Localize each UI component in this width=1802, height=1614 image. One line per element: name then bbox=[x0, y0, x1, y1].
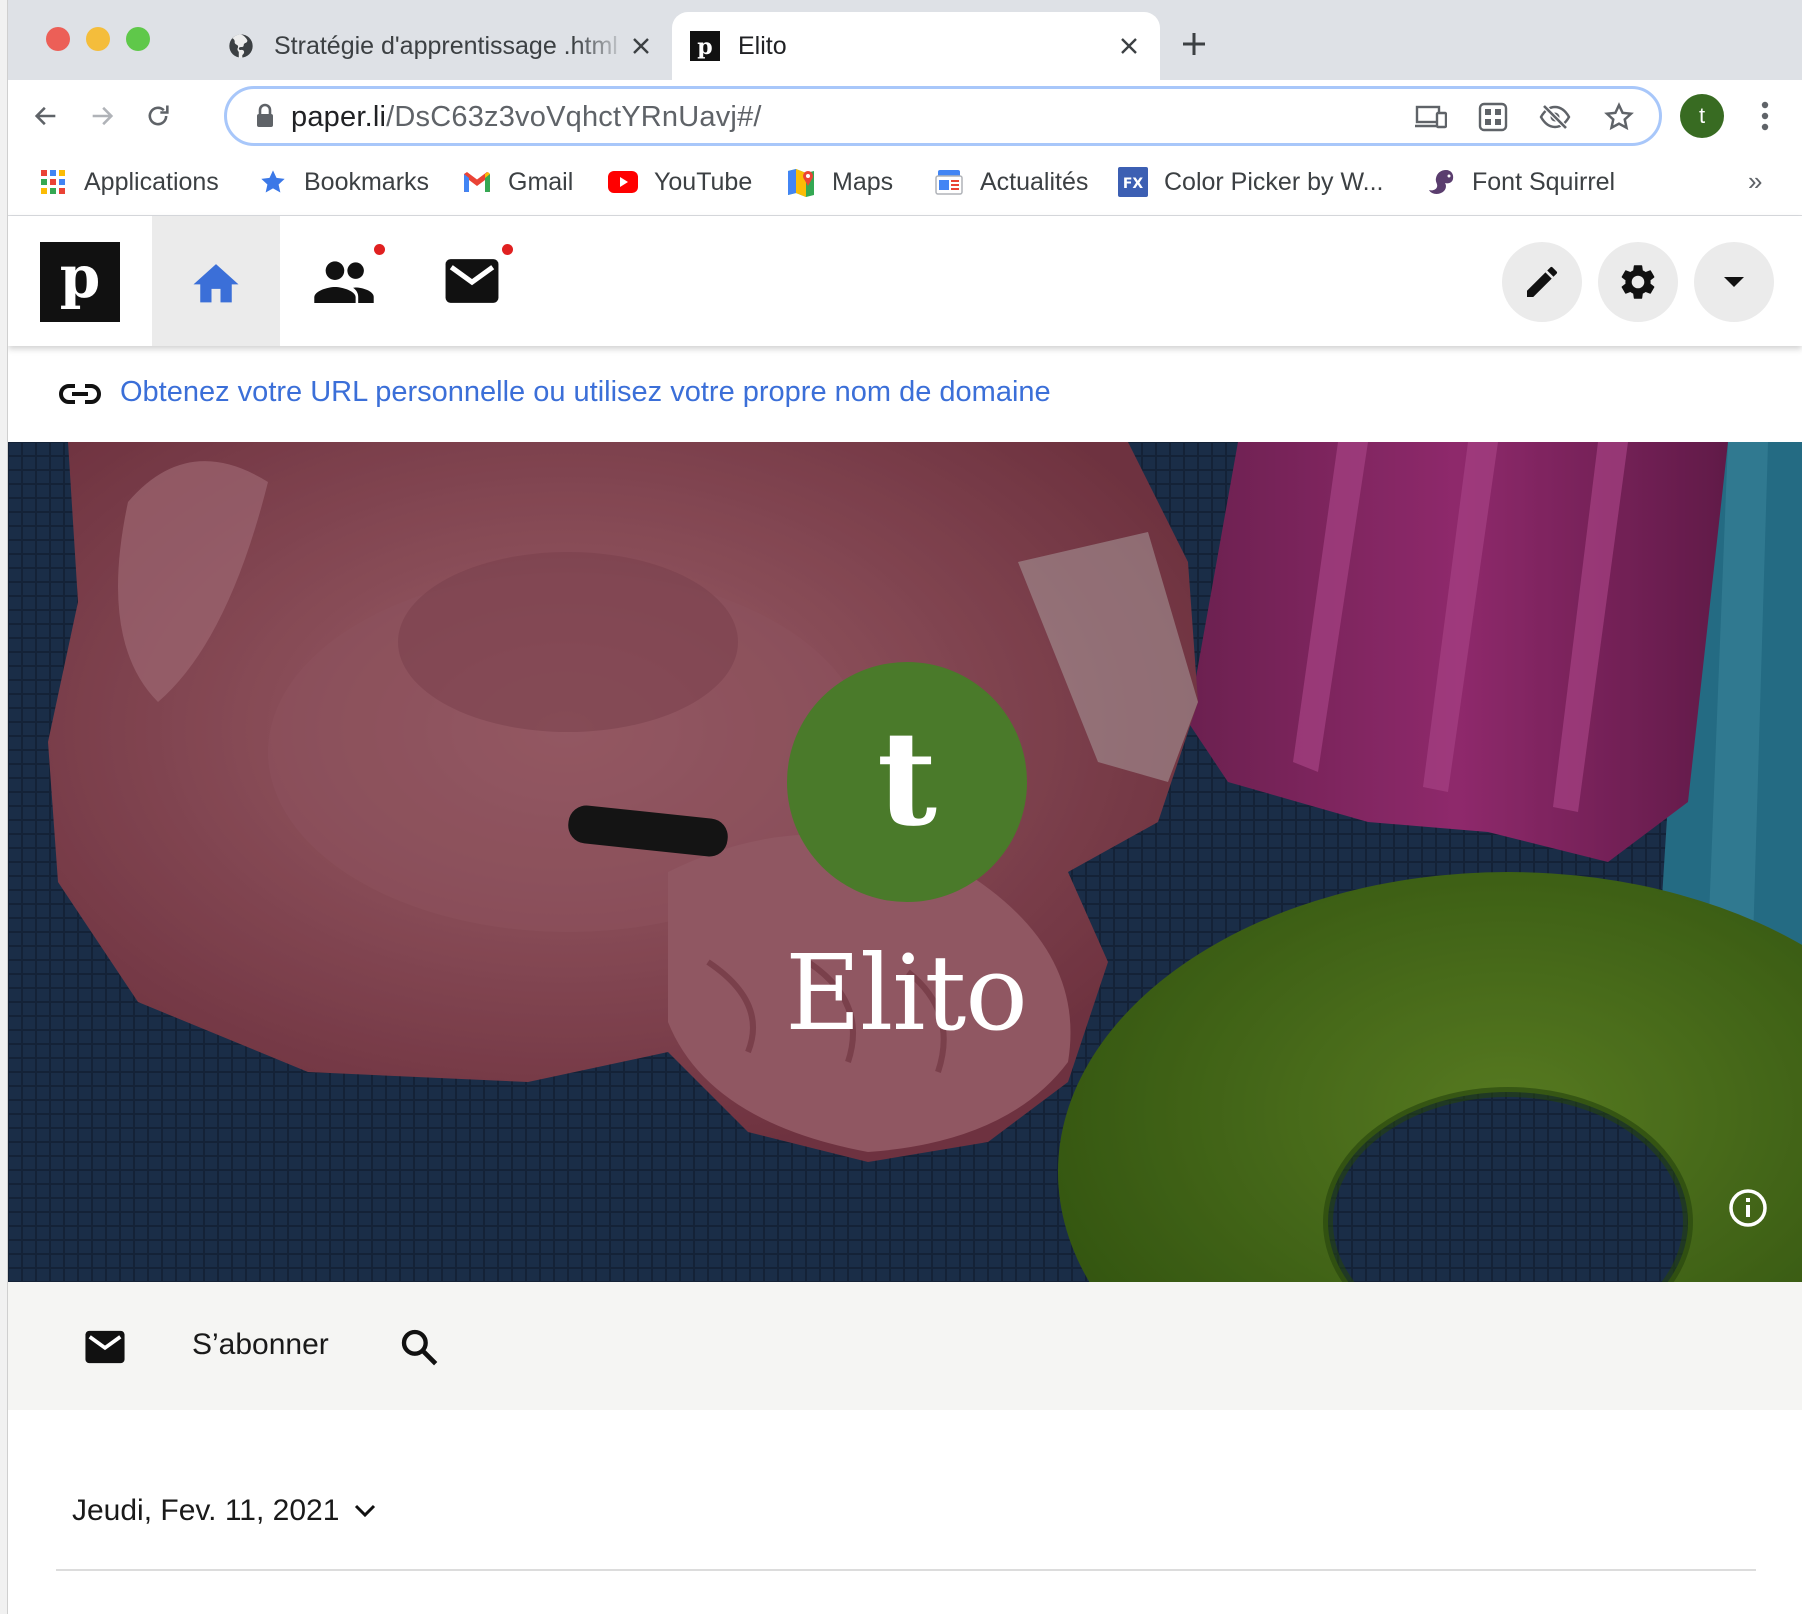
gear-icon bbox=[1621, 265, 1655, 299]
globe-icon bbox=[226, 31, 256, 61]
bookmark-bookmarks[interactable]: Bookmarks bbox=[258, 164, 429, 200]
nav-home[interactable] bbox=[152, 216, 280, 346]
tab-title: Elito bbox=[738, 31, 787, 60]
back-button[interactable] bbox=[24, 94, 68, 138]
browser-menu-button[interactable] bbox=[1750, 94, 1780, 138]
notification-dot bbox=[374, 244, 385, 255]
tab-title: Stratégie d'apprentissage .html bbox=[274, 31, 618, 60]
info-icon[interactable] bbox=[1726, 1186, 1770, 1230]
notification-dot bbox=[502, 244, 513, 255]
subscribe-mail-icon[interactable] bbox=[82, 1324, 128, 1370]
edition-date: Jeudi, Fev. 11, 2021 bbox=[72, 1494, 340, 1527]
arrow-right-icon bbox=[92, 106, 114, 126]
search-icon[interactable] bbox=[396, 1324, 442, 1370]
plus-icon bbox=[1183, 33, 1205, 55]
arrow-left-icon bbox=[34, 106, 56, 126]
address-bar[interactable]: paper.li/DsC63z3voVqhctYRnUavj#/ bbox=[224, 86, 1662, 146]
bookmark-star-icon[interactable] bbox=[1603, 101, 1635, 133]
bookmark-maps[interactable]: Maps bbox=[786, 164, 893, 200]
apps-grid-icon bbox=[38, 167, 68, 197]
extension-qr-icon[interactable] bbox=[1477, 101, 1509, 133]
edition-date-selector[interactable]: Jeudi, Fev. 11, 2021 bbox=[72, 1494, 379, 1528]
close-tab-icon[interactable] bbox=[1116, 33, 1142, 59]
bookmark-font-squirrel[interactable]: Font Squirrel bbox=[1426, 164, 1615, 200]
settings-button[interactable] bbox=[1598, 242, 1678, 322]
link-icon bbox=[58, 376, 102, 412]
reload-button[interactable] bbox=[136, 94, 180, 138]
minimize-window-button[interactable] bbox=[86, 27, 110, 51]
more-vert-icon bbox=[1761, 101, 1769, 131]
bookmark-label: Font Squirrel bbox=[1472, 167, 1616, 196]
hero-banner: t Elito bbox=[8, 442, 1802, 1282]
bookmark-label: Gmail bbox=[508, 167, 574, 196]
url-text[interactable]: paper.li/DsC63z3voVqhctYRnUavj#/ bbox=[291, 101, 762, 134]
close-window-button[interactable] bbox=[46, 27, 70, 51]
squirrel-icon bbox=[1426, 167, 1456, 197]
colorpicker-icon: FX bbox=[1118, 167, 1148, 197]
bookmark-label: Bookmarks bbox=[304, 167, 430, 196]
svg-text:FX: FX bbox=[1123, 176, 1144, 192]
close-tab-icon[interactable] bbox=[628, 33, 654, 59]
star-icon bbox=[258, 167, 288, 197]
cast-devices-icon[interactable] bbox=[1415, 101, 1447, 133]
forward-button[interactable] bbox=[80, 94, 124, 138]
home-icon bbox=[193, 264, 239, 303]
bookmark-label: YouTube bbox=[654, 167, 753, 196]
bookmark-color-picker[interactable]: FX Color Picker by W... bbox=[1118, 164, 1384, 200]
url-host: paper.li bbox=[291, 101, 387, 133]
people-icon bbox=[314, 261, 374, 303]
news-icon bbox=[934, 167, 964, 197]
background-window-edge bbox=[0, 0, 8, 1614]
lock-icon[interactable] bbox=[255, 103, 275, 134]
nav-messages[interactable] bbox=[408, 216, 536, 346]
tab-elito[interactable]: p Elito bbox=[672, 12, 1160, 80]
browser-toolbar: paper.li/DsC63z3voVqhctYRnUavj#/ t bbox=[8, 80, 1802, 152]
url-path: /DsC63z3voVqhctYRnUavj#/ bbox=[386, 101, 762, 133]
bookmark-label: Actualités bbox=[980, 167, 1089, 196]
bookmarks-bar: Applications Bookmarks Gmail YouTube Map… bbox=[8, 152, 1802, 216]
reload-icon bbox=[148, 105, 169, 126]
maps-icon bbox=[786, 167, 816, 197]
gmail-icon bbox=[462, 167, 492, 197]
bookmark-applications[interactable]: Applications bbox=[38, 164, 219, 200]
youtube-icon bbox=[608, 167, 638, 197]
browser-window: Stratégie d'apprentissage .html p Elito bbox=[8, 0, 1802, 1614]
zoom-window-button[interactable] bbox=[126, 27, 150, 51]
eye-off-icon[interactable] bbox=[1539, 101, 1571, 133]
bookmarks-overflow-button[interactable]: » bbox=[1748, 166, 1762, 197]
subscribe-bar: S’abonner bbox=[8, 1282, 1802, 1410]
custom-domain-banner[interactable]: Obtenez votre URL personnelle ou utilise… bbox=[8, 346, 1802, 442]
edit-button[interactable] bbox=[1502, 242, 1582, 322]
bookmark-label: Applications bbox=[84, 167, 219, 196]
bookmark-label: Maps bbox=[832, 167, 894, 196]
profile-avatar[interactable]: t bbox=[1680, 94, 1724, 138]
nav-community[interactable] bbox=[280, 216, 408, 346]
paper-avatar: t bbox=[787, 662, 1027, 902]
subscribe-button[interactable]: S’abonner bbox=[192, 1328, 329, 1362]
new-tab-button[interactable] bbox=[1178, 28, 1210, 60]
bookmark-youtube[interactable]: YouTube bbox=[608, 164, 752, 200]
paperli-icon: p bbox=[690, 31, 720, 61]
divider bbox=[56, 1569, 1756, 1571]
paperli-logo[interactable]: p bbox=[40, 242, 120, 322]
paper-title: Elito bbox=[785, 932, 1028, 1054]
account-menu-button[interactable] bbox=[1694, 242, 1774, 322]
svg-text:p: p bbox=[697, 34, 712, 60]
bookmark-label: Color Picker by W... bbox=[1164, 167, 1384, 196]
mail-icon bbox=[445, 259, 499, 303]
caret-down-icon bbox=[1724, 277, 1744, 287]
app-navbar: p bbox=[8, 216, 1802, 346]
tab-strip: Stratégie d'apprentissage .html p Elito bbox=[8, 0, 1802, 80]
tab-strategie[interactable]: Stratégie d'apprentissage .html bbox=[208, 12, 672, 80]
chevron-down-icon bbox=[351, 1497, 379, 1525]
bookmark-actualites[interactable]: Actualités bbox=[934, 164, 1088, 200]
custom-domain-link[interactable]: Obtenez votre URL personnelle ou utilise… bbox=[120, 376, 1051, 409]
bookmark-gmail[interactable]: Gmail bbox=[462, 164, 573, 200]
pencil-icon bbox=[1527, 266, 1558, 297]
